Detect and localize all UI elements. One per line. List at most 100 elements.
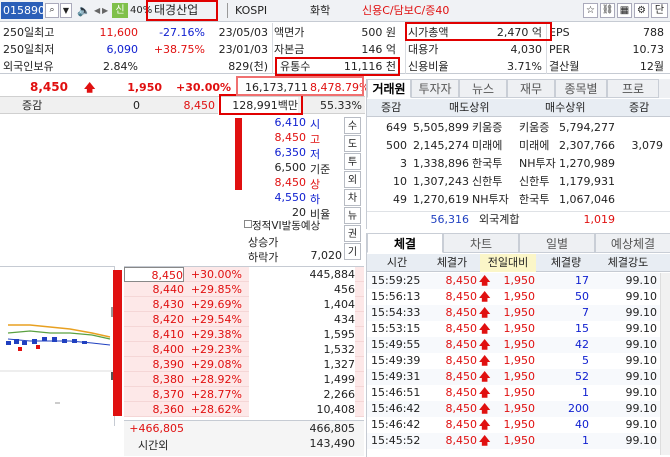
vertical-tab[interactable]: 권 [344, 225, 361, 242]
info-icon[interactable] [227, 3, 231, 18]
broker-row[interactable]: 10 1,307,243 신한투 신한투 1,179,931 [367, 173, 670, 191]
trade-row[interactable]: 15:46:42 8,450 🡅 1,950 200 99.10 [367, 401, 670, 417]
trade-change: 1,950 [503, 322, 536, 335]
star-icon[interactable]: ☆ [583, 3, 598, 18]
bid-qty: 1,499 [249, 372, 355, 387]
value-substitute-price: 4,030 [510, 43, 543, 56]
trades-header-strength: 체결강도 [607, 256, 649, 269]
grid-icon[interactable]: ▦ [617, 3, 632, 18]
orderbook-row[interactable]: 8,380 +28.92% 1,499 [124, 372, 364, 387]
vertical-tab[interactable]: 수 [344, 117, 361, 134]
sell-delta: 649 [386, 121, 407, 134]
vertical-tab[interactable]: 외 [344, 171, 361, 188]
trades-tab[interactable]: 체결 [367, 233, 443, 253]
vertical-tab[interactable]: 차 [344, 189, 361, 206]
trade-up-arrow-icon: 🡅 [479, 322, 491, 335]
trade-up-arrow-icon: 🡅 [479, 370, 491, 383]
danil-button[interactable]: 단 [651, 3, 668, 18]
broker-row[interactable]: 649 5,505,899 키움증 키움증 5,794,277 [367, 119, 670, 137]
trade-row[interactable]: 15:45:52 8,450 🡅 1,950 1 99.10 [367, 433, 670, 449]
sell-broker: NH투자 [472, 193, 509, 206]
broker-row[interactable]: 500 2,145,274 미래에 미래에 2,307,766 3,079 [367, 137, 670, 155]
stock-search-icon[interactable]: ⌕ [45, 3, 59, 18]
stock-code-input[interactable]: 015890 [1, 2, 45, 19]
orderbook-row[interactable]: 8,430 +29.69% 1,404 [124, 297, 364, 312]
trade-row[interactable]: 15:49:55 8,450 🡅 1,950 42 99.10 [367, 337, 670, 353]
orderbook-row[interactable]: 8,360 +28.62% 10,408 [124, 402, 364, 417]
trade-up-arrow-icon: 🡅 [479, 274, 491, 287]
trades-tab[interactable]: 예상체결 [595, 233, 670, 253]
trades-header-time: 시간 [386, 256, 408, 269]
prev-stock-icon[interactable]: ◀ [94, 3, 102, 18]
trade-row[interactable]: 15:49:39 8,450 🡅 1,950 5 99.10 [367, 353, 670, 369]
vertical-tab[interactable]: 뉴 [344, 207, 361, 224]
trades-tab[interactable]: 차트 [443, 233, 519, 253]
sector-name: 화학 [310, 4, 331, 17]
down-price-label: 하락가 [248, 251, 279, 264]
vertical-tab[interactable]: 투 [344, 153, 361, 170]
trade-row[interactable]: 15:46:42 8,450 🡅 1,950 40 99.10 [367, 417, 670, 433]
trade-price: 8,450 [445, 338, 478, 351]
sell-broker: 미래에 [472, 139, 503, 152]
vertical-tab[interactable]: 기 [344, 243, 361, 260]
trade-row[interactable]: 15:49:31 8,450 🡅 1,950 52 99.10 [367, 369, 670, 385]
sub-price: 8,450 [183, 99, 216, 112]
orderbook-row[interactable]: 8,440 +29.85% 456 [124, 282, 364, 297]
broker-tab[interactable]: 프로 [607, 79, 659, 98]
link-icon[interactable]: ⛓ [600, 3, 615, 18]
trade-up-arrow-icon: 🡅 [479, 418, 491, 431]
value-per: 10.73 [632, 43, 665, 56]
sell-qty: 1,270,619 [413, 193, 469, 206]
down-price-value: 7,020 [310, 249, 343, 262]
broker-tab[interactable]: 재무 [507, 79, 555, 98]
trades-scrollbar[interactable] [660, 273, 670, 455]
broker-tab[interactable]: 종목별 [555, 79, 607, 98]
trade-row[interactable]: 15:56:13 8,450 🡅 1,950 50 99.10 [367, 289, 670, 305]
broker-header: 증감 매도상위 매수상위 증감 [367, 99, 670, 117]
bid-qty: 434 [249, 312, 355, 327]
trade-price: 8,450 [445, 306, 478, 319]
broker-row[interactable]: 49 1,270,619 NH투자 한국투 1,067,046 [367, 191, 670, 209]
trade-up-arrow-icon: 🡅 [479, 402, 491, 415]
orderbook-row[interactable]: 8,450 +30.00% 445,884 [124, 267, 364, 282]
trade-row[interactable]: 15:53:15 8,450 🡅 1,950 15 99.10 [367, 321, 670, 337]
trades-tab[interactable]: 일별 [519, 233, 595, 253]
candles-red [18, 345, 40, 351]
orderbook-row[interactable]: 8,370 +28.77% 2,266 [124, 387, 364, 402]
trade-row[interactable]: 15:54:33 8,450 🡅 1,950 7 99.10 [367, 305, 670, 321]
bid-price: 8,390 [152, 358, 185, 371]
orderbook-row[interactable]: 8,390 +29.08% 1,327 [124, 357, 364, 372]
trade-row[interactable]: 15:59:25 8,450 🡅 1,950 17 99.10 [367, 273, 670, 289]
next-stock-icon[interactable]: ▶ [102, 3, 110, 18]
trade-price: 8,450 [445, 434, 478, 447]
buy-delta: 3,079 [631, 139, 664, 152]
mid-key: 기준 [310, 163, 331, 176]
stock-dropdown-icon[interactable]: ▼ [60, 3, 72, 18]
trade-change: 1,950 [503, 354, 536, 367]
bid-rate: +30.00% [190, 268, 242, 281]
broker-tab[interactable]: 뉴스 [459, 79, 507, 98]
gear-icon[interactable]: ⚙ [634, 3, 649, 18]
value-250-high: 11,600 [99, 26, 139, 39]
vi-checkbox[interactable] [244, 220, 252, 228]
trade-strength: 99.10 [625, 274, 658, 287]
trade-time: 15:46:42 [371, 402, 421, 415]
vertical-tab[interactable]: 도 [344, 135, 361, 152]
info-row-high: 250일최고 11,600 -27.16% 23/05/03 액면가 500 원… [0, 25, 670, 40]
value-credit-ratio: 3.71% [507, 60, 542, 73]
orderbook-row[interactable]: 8,410 +29.38% 1,595 [124, 327, 364, 342]
trade-change: 1,950 [503, 402, 536, 415]
broker-tab[interactable]: 거래원 [367, 79, 411, 98]
bid-rate: +28.62% [190, 403, 242, 416]
date-250-high: 23/05/03 [218, 26, 268, 39]
trade-row[interactable]: 15:46:51 8,450 🡅 1,950 1 99.10 [367, 385, 670, 401]
broker-tab[interactable]: 투자자 [411, 79, 459, 98]
value-foreign-qty: 829(천) [228, 60, 268, 73]
orderbook-row[interactable]: 8,400 +29.23% 1,532 [124, 342, 364, 357]
speaker-icon[interactable]: 🔈 [76, 3, 92, 18]
mid-value: 8,450 [274, 131, 307, 144]
orderbook-row[interactable]: 8,420 +29.54% 434 [124, 312, 364, 327]
trade-strength: 99.10 [625, 434, 658, 447]
broker-row[interactable]: 3 1,338,896 한국투 NH투자 1,270,989 [367, 155, 670, 173]
bid-price: 8,450 [124, 267, 184, 282]
